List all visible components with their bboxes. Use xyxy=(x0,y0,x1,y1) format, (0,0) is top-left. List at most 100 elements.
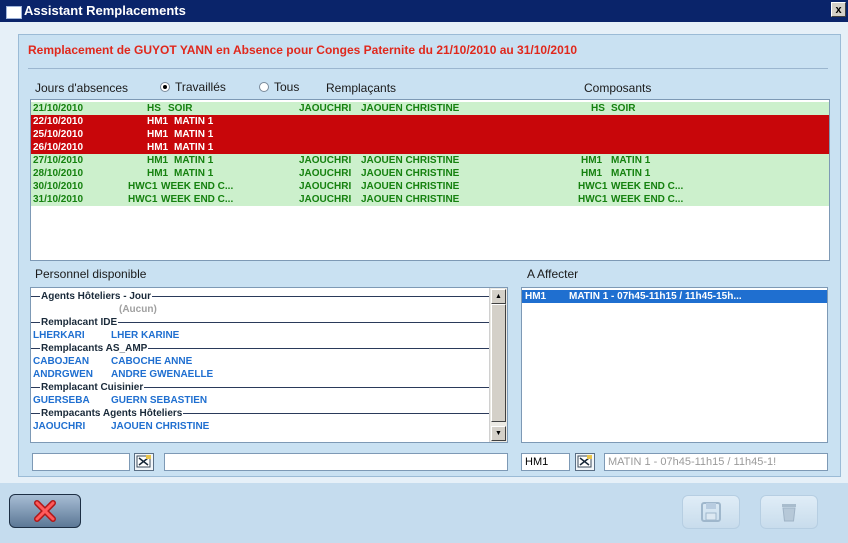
personnel-label: Personnel disponible xyxy=(35,267,147,281)
agent-code: JAOUCHRI xyxy=(33,421,86,432)
save-button[interactable] xyxy=(682,495,740,529)
absence-code: HS xyxy=(147,103,161,114)
absence-agent-name: JAOUEN CHRISTINE xyxy=(361,168,460,179)
absence-comp-code: HS xyxy=(591,103,605,114)
personnel-empty-placeholder: (Aucun) xyxy=(31,303,491,316)
absence-code: HWC1 xyxy=(128,181,158,192)
absence-row[interactable]: 26/10/2010 HM1 MATIN 1 xyxy=(31,141,829,154)
absence-row[interactable]: 30/10/2010 HWC1 WEEK END C... JAOUCHRI JAOUE… xyxy=(31,180,829,193)
absence-date: 26/10/2010 xyxy=(33,142,84,153)
agent-name: CABOCHE ANNE xyxy=(111,356,193,367)
absence-code: HM1 xyxy=(147,129,169,140)
radio-travailles[interactable]: Travaillés xyxy=(160,80,226,94)
radio-tous[interactable]: Tous xyxy=(259,80,299,94)
absence-code: HWC1 xyxy=(128,194,158,205)
group-label: Remplacant IDE xyxy=(40,316,119,329)
absence-row[interactable]: 22/10/2010 HM1 MATIN 1 xyxy=(31,115,829,128)
absence-row[interactable]: 25/10/2010 HM1 MATIN 1 xyxy=(31,128,829,141)
personnel-agent-row[interactable]: JAOUCHRI JAOUEN CHRISTINE xyxy=(31,420,491,433)
group-label: Remplacant Cuisinier xyxy=(40,381,145,394)
absence-date: 25/10/2010 xyxy=(33,129,84,140)
absence-days-list[interactable]: 21/10/2010 HS SOIR JAOUCHRI JAOUEN CHRISTINE… xyxy=(30,99,830,261)
scroll-up-arrow-icon[interactable]: ▲ xyxy=(491,289,506,304)
radio-unchecked-indicator xyxy=(259,82,269,92)
absences-label: Jours d'absences xyxy=(35,81,129,95)
empty-label: (Aucun) xyxy=(119,304,157,315)
personnel-name-input[interactable] xyxy=(164,453,508,471)
window-title: Assistant Remplacements xyxy=(24,3,186,18)
absence-code: HM1 xyxy=(147,142,169,153)
affecter-selected-row[interactable]: HM1 MATIN 1 - 07h45-11h15 / 11h45-15h... xyxy=(522,290,827,303)
replacement-header: Remplacement de GUYOT YANN en Absence po… xyxy=(28,43,578,57)
picker-icon xyxy=(136,455,151,468)
absence-comp-desc: WEEK END C... xyxy=(611,194,684,205)
absence-row[interactable]: 21/10/2010 HS SOIR JAOUCHRI JAOUEN CHRISTINE… xyxy=(31,102,829,115)
absence-date: 22/10/2010 xyxy=(33,116,84,127)
agent-name: JAOUEN CHRISTINE xyxy=(111,421,210,432)
absence-comp-desc: SOIR xyxy=(611,103,636,114)
personnel-group-header: Remplacants AS_AMP xyxy=(31,342,491,355)
group-label: Rempacants Agents Hôteliers xyxy=(40,407,184,420)
agent-code: GUERSEBA xyxy=(33,395,90,406)
group-label: Remplacants AS_AMP xyxy=(40,342,149,355)
absence-agent-code: JAOUCHRI xyxy=(299,103,352,114)
absence-desc: WEEK END C... xyxy=(161,181,234,192)
close-window-button[interactable]: x xyxy=(831,2,846,17)
affecter-desc-input[interactable]: MATIN 1 - 07h45-11h15 / 11h45-1! xyxy=(604,453,828,471)
absence-row[interactable]: 27/10/2010 HM1 MATIN 1 JAOUCHRI JAOUEN CHRIS… xyxy=(31,154,829,167)
personnel-agent-row[interactable]: LHERKARI LHER KARINE xyxy=(31,329,491,342)
picker-icon xyxy=(577,455,592,468)
absence-date: 30/10/2010 xyxy=(33,181,84,192)
absence-desc: MATIN 1 xyxy=(174,116,214,127)
absence-comp-code: HM1 xyxy=(581,168,603,179)
affecter-code-input[interactable]: HM1 xyxy=(521,453,570,471)
absence-comp-desc: MATIN 1 xyxy=(611,168,651,179)
personnel-agent-row[interactable]: CABOJEAN CABOCHE ANNE xyxy=(31,355,491,368)
main-panel: Remplacement de GUYOT YANN en Absence po… xyxy=(18,34,841,477)
absence-row[interactable]: 28/10/2010 HM1 MATIN 1 JAOUCHRI JAOUEN CHRIS… xyxy=(31,167,829,180)
absence-comp-desc: WEEK END C... xyxy=(611,181,684,192)
absence-agent-code: JAOUCHRI xyxy=(299,194,352,205)
absence-date: 21/10/2010 xyxy=(33,103,84,114)
agent-name: ANDRE GWENAELLE xyxy=(111,369,214,380)
app-icon xyxy=(6,6,22,19)
scroll-down-arrow-icon[interactable]: ▼ xyxy=(491,426,506,441)
personnel-group-header: Agents Hôteliers - Jour xyxy=(31,290,491,303)
absence-row[interactable]: 31/10/2010 HWC1 WEEK END C... JAOUCHRI JAOUE… xyxy=(31,193,829,206)
radio-checked-indicator xyxy=(160,82,170,92)
affecter-list[interactable]: HM1 MATIN 1 - 07h45-11h15 / 11h45-15h... xyxy=(521,287,828,443)
agent-name: GUERN SEBASTIEN xyxy=(111,395,208,406)
x-icon xyxy=(34,500,56,522)
personnel-code-input[interactable] xyxy=(32,453,130,471)
personnel-agent-row[interactable]: ANDRGWEN ANDRE GWENAELLE xyxy=(31,368,491,381)
absence-comp-code: HM1 xyxy=(581,155,603,166)
personnel-picker-button[interactable] xyxy=(134,453,154,471)
scroll-thumb[interactable] xyxy=(491,304,506,422)
personnel-list[interactable]: Agents Hôteliers - Jour (Aucun) Remplacant… xyxy=(30,287,508,443)
absence-agent-name: JAOUEN CHRISTINE xyxy=(361,103,460,114)
delete-button[interactable] xyxy=(760,495,818,529)
remplacants-column-header: Remplaçants xyxy=(326,81,397,95)
absence-date: 31/10/2010 xyxy=(33,194,84,205)
absence-desc: MATIN 1 xyxy=(174,168,214,179)
absence-comp-code: HWC1 xyxy=(578,181,608,192)
absence-code: HM1 xyxy=(147,155,169,166)
personnel-group-header: Remplacant IDE xyxy=(31,316,491,329)
absence-agent-code: JAOUCHRI xyxy=(299,155,352,166)
absence-code: HM1 xyxy=(147,116,169,127)
absence-agent-code: JAOUCHRI xyxy=(299,168,352,179)
title-bar: Assistant Remplacements x xyxy=(0,0,848,22)
absence-desc: MATIN 1 xyxy=(174,142,214,153)
absence-desc: MATIN 1 xyxy=(174,129,214,140)
personnel-agent-row[interactable]: GUERSEBA GUERN SEBASTIEN xyxy=(31,394,491,407)
absence-date: 28/10/2010 xyxy=(33,168,84,179)
absence-agent-name: JAOUEN CHRISTINE xyxy=(361,181,460,192)
trash-icon xyxy=(782,504,796,522)
affecter-picker-button[interactable] xyxy=(575,453,595,471)
cancel-button[interactable] xyxy=(9,494,81,528)
personnel-scrollbar[interactable]: ▲ ▼ xyxy=(489,288,507,442)
composants-column-header: Composants xyxy=(584,81,652,95)
absence-desc: MATIN 1 xyxy=(174,155,214,166)
group-label: Agents Hôteliers - Jour xyxy=(40,290,153,303)
agent-code: ANDRGWEN xyxy=(33,369,93,380)
